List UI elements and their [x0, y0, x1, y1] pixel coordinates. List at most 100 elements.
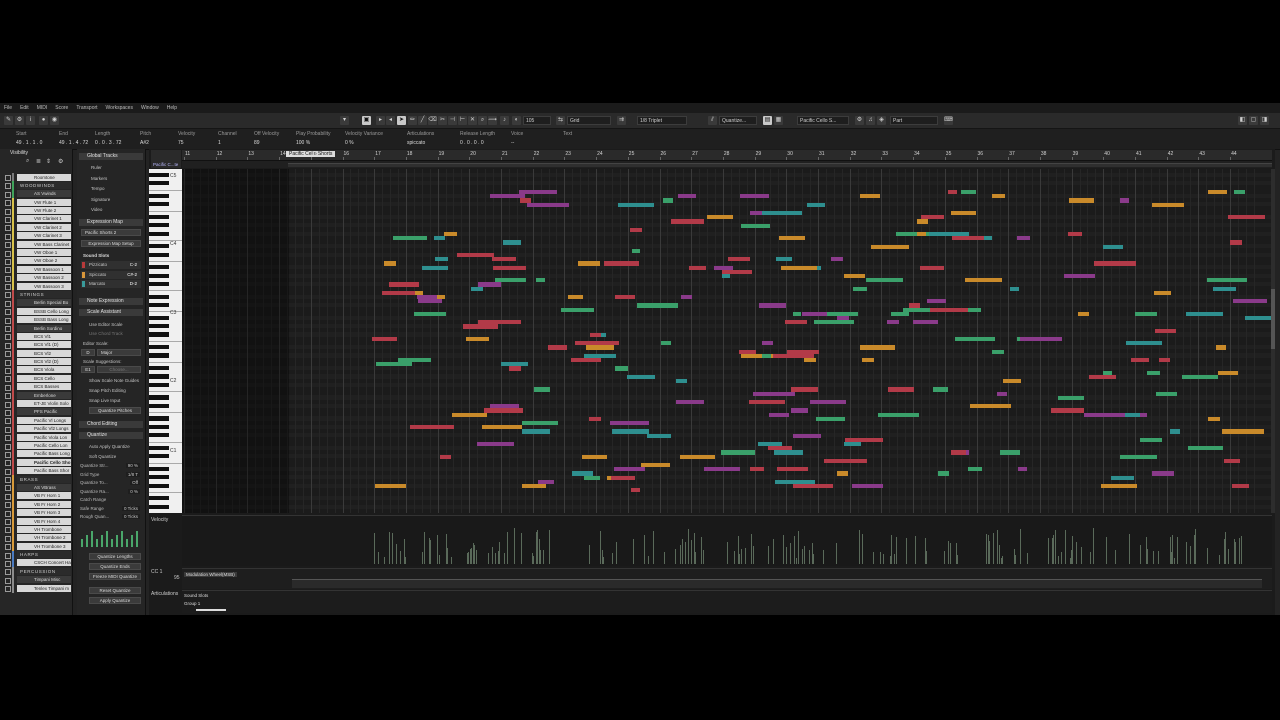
vertical-scrollbar[interactable]: [1271, 169, 1275, 513]
velocity-bar[interactable]: [540, 549, 542, 564]
midi-note[interactable]: [471, 286, 483, 291]
visibility-track-row[interactable]: VW Clarinet 1: [0, 214, 72, 224]
midi-note[interactable]: [951, 236, 985, 241]
velocity-bar[interactable]: [439, 554, 441, 564]
midi-note[interactable]: [762, 341, 773, 346]
settings-small-icon[interactable]: ⚙: [855, 116, 864, 125]
quantize-param-value[interactable]: Off: [130, 480, 140, 485]
midi-note[interactable]: [878, 412, 920, 417]
midi-note[interactable]: [784, 320, 807, 325]
velocity-bar[interactable]: [1233, 538, 1235, 564]
global-track-markers[interactable]: Markers: [91, 176, 107, 181]
visibility-checkbox[interactable]: [5, 502, 11, 509]
left-zone-icon[interactable]: ◧: [1238, 116, 1247, 125]
black-key[interactable]: [149, 231, 169, 236]
midi-note[interactable]: [1020, 337, 1063, 342]
midi-note[interactable]: [375, 484, 406, 489]
midi-note[interactable]: [416, 295, 438, 300]
midi-note[interactable]: [1152, 471, 1175, 476]
midi-note[interactable]: [521, 484, 546, 489]
black-key[interactable]: [149, 395, 169, 400]
midi-note[interactable]: [1016, 236, 1030, 241]
quantize-preset-field[interactable]: 105: [523, 116, 551, 125]
visibility-checkbox[interactable]: [5, 393, 11, 400]
midi-note[interactable]: [495, 278, 527, 283]
midi-note[interactable]: [1017, 467, 1027, 472]
midi-note[interactable]: [1233, 299, 1268, 304]
velocity-bar[interactable]: [378, 552, 380, 564]
midi-note[interactable]: [1009, 286, 1019, 291]
visibility-track-row[interactable]: BRASS: [0, 475, 72, 484]
info-value[interactable]: 100 %: [296, 140, 330, 146]
midi-note[interactable]: [489, 404, 520, 409]
velocity-bar[interactable]: [542, 549, 544, 564]
velocity-bar[interactable]: [1128, 533, 1130, 564]
velocity-bar[interactable]: [691, 539, 693, 564]
global-track-video[interactable]: Video: [91, 207, 102, 212]
visibility-checkbox[interactable]: [5, 577, 11, 584]
visibility-track-row[interactable]: BSSB Cello Long: [0, 307, 72, 316]
midi-note[interactable]: [1147, 370, 1161, 375]
visibility-track-row[interactable]: Tenlex Timpani m: [0, 584, 72, 593]
use-chord-track-option[interactable]: Use Chord Track: [89, 331, 123, 336]
velocity-bar[interactable]: [532, 556, 534, 564]
midi-note[interactable]: [887, 320, 899, 325]
velocity-bar[interactable]: [789, 542, 791, 564]
apply-quantize-button[interactable]: Apply Quantize: [89, 597, 141, 604]
visibility-checkbox[interactable]: [5, 418, 11, 425]
velocity-bar[interactable]: [1075, 541, 1077, 564]
midi-note[interactable]: [721, 274, 730, 279]
visibility-checkbox[interactable]: [5, 485, 11, 492]
velocity-bar[interactable]: [1090, 552, 1092, 564]
midi-note[interactable]: [1231, 484, 1250, 489]
velocity-bar[interactable]: [1193, 557, 1195, 564]
visibility-track-row[interactable]: Pacific Vl Longs: [0, 416, 72, 425]
visibility-track-row[interactable]: VW Bassoon 1: [0, 265, 72, 274]
velocity-bar[interactable]: [392, 533, 394, 564]
velocity-bar[interactable]: [1139, 545, 1141, 564]
black-key[interactable]: [149, 504, 169, 509]
visibility-checkbox[interactable]: [5, 451, 11, 458]
quantize-lengths-button[interactable]: Quantize Lengths: [89, 553, 141, 560]
midi-note[interactable]: [568, 295, 584, 300]
black-key[interactable]: [149, 454, 169, 459]
articulations-lane[interactable]: Sound Slots Group 1: [182, 590, 1272, 613]
visibility-checkbox[interactable]: [5, 544, 11, 551]
midi-note[interactable]: [1119, 198, 1129, 203]
velocity-bar[interactable]: [653, 530, 655, 564]
velocity-bar[interactable]: [520, 533, 522, 564]
info-channel[interactable]: Channel 1: [218, 131, 237, 146]
snap-pitch-icon[interactable]: ♪: [500, 116, 509, 125]
midi-note[interactable]: [681, 295, 693, 300]
visibility-track-row[interactable]: BCS Cello: [0, 374, 72, 383]
velocity-bar[interactable]: [894, 553, 896, 564]
play-icon[interactable]: ▸: [376, 116, 385, 125]
midi-note[interactable]: [1207, 190, 1228, 195]
visibility-checkbox[interactable]: [5, 510, 11, 517]
midi-note[interactable]: [773, 353, 814, 359]
velocity-bar[interactable]: [890, 535, 892, 564]
midi-note[interactable]: [537, 479, 555, 485]
velocity-bar[interactable]: [1195, 529, 1197, 564]
glue-icon[interactable]: ⊢: [458, 116, 467, 125]
visibility-track-row[interactable]: PERCUSSION: [0, 567, 72, 576]
visibility-track-row[interactable]: Timpani Misc: [0, 575, 72, 585]
visibility-checkbox[interactable]: [5, 376, 11, 383]
midi-note[interactable]: [888, 387, 914, 392]
visibility-track-row[interactable]: VH Trombone 2: [0, 533, 72, 543]
visibility-track-row[interactable]: Emberlone: [0, 391, 72, 400]
velocity-bar[interactable]: [744, 547, 746, 564]
midi-note[interactable]: [457, 253, 494, 258]
midi-note[interactable]: [519, 190, 558, 195]
velocity-bar[interactable]: [663, 552, 665, 564]
visibility-track-row[interactable]: STRINGS: [0, 290, 72, 299]
velocity-bar[interactable]: [811, 542, 813, 564]
visibility-track-row[interactable]: Pacific Cello Sho: [0, 458, 72, 467]
visibility-checkbox[interactable]: [5, 225, 11, 232]
midi-note[interactable]: [589, 416, 602, 422]
visibility-track-row[interactable]: VW Oboe 1: [0, 248, 72, 257]
right-zone-icon[interactable]: ◨: [1260, 116, 1269, 125]
info-velocity-variance[interactable]: Velocity Variance 0 %: [345, 131, 383, 146]
midi-note[interactable]: [1103, 370, 1113, 375]
quantize-param-value[interactable]: 90 %: [125, 463, 140, 468]
